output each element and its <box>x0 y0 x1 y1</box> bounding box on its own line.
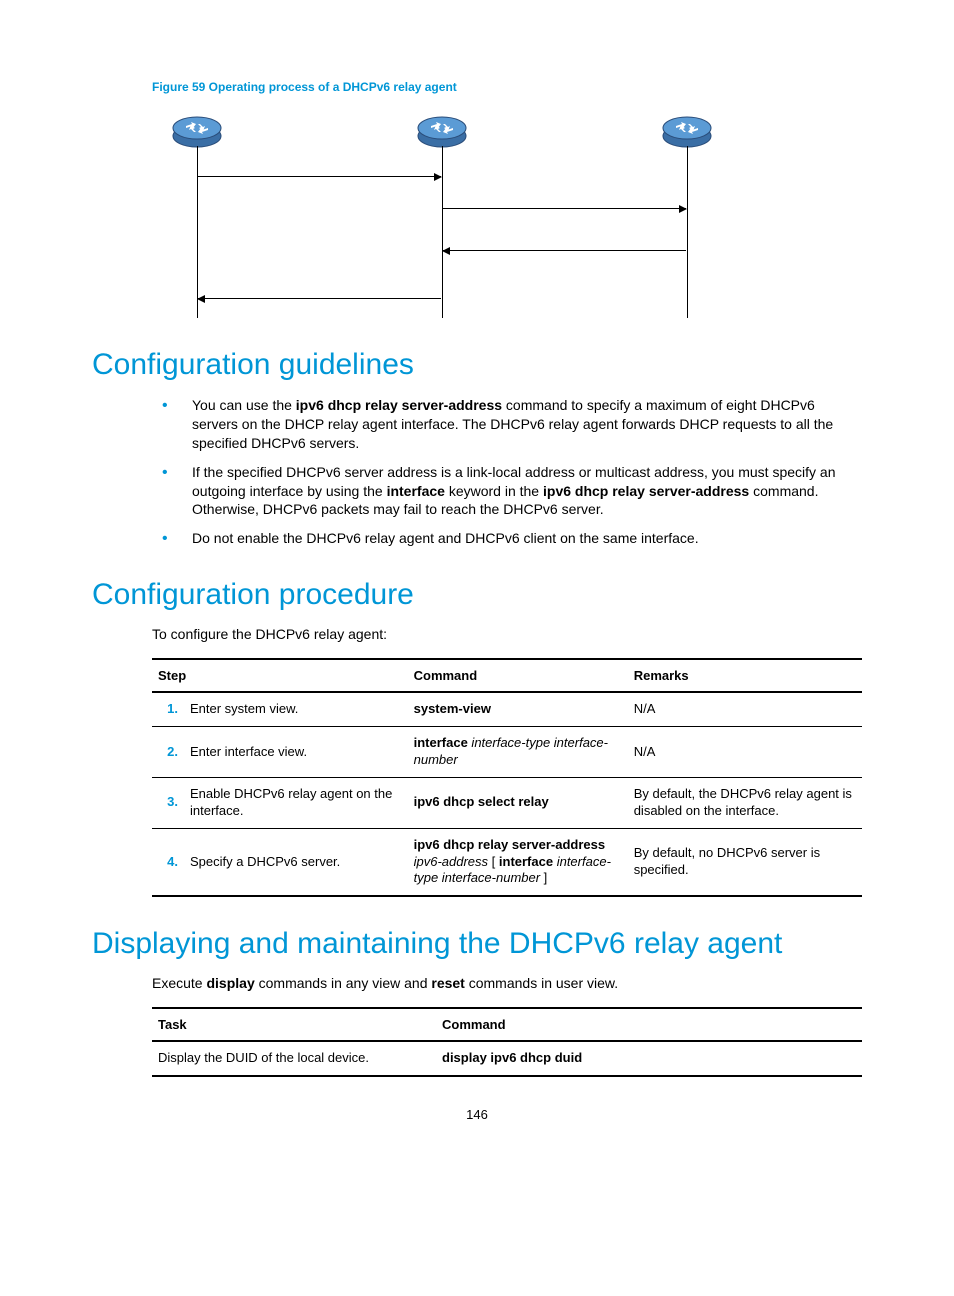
cmd-bold: ipv6 dhcp select relay <box>414 794 549 809</box>
text-bold: ipv6 dhcp relay server-address <box>543 483 749 499</box>
procedure-table: Step Command Remarks 1. Enter system vie… <box>152 658 862 897</box>
step-command: ipv6 dhcp relay server-address ipv6-addr… <box>408 828 628 896</box>
table-row: 4. Specify a DHCPv6 server. ipv6 dhcp re… <box>152 828 862 896</box>
table-row: 3. Enable DHCPv6 relay agent on the inte… <box>152 777 862 828</box>
step-number: 1. <box>152 692 184 726</box>
col-command: Command <box>408 659 628 692</box>
step-remarks: N/A <box>628 692 862 726</box>
guidelines-list: You can use the ipv6 dhcp relay server-a… <box>92 396 862 548</box>
router-icon <box>172 114 222 148</box>
page-number: 146 <box>92 1107 862 1122</box>
task-desc: Display the DUID of the local device. <box>152 1041 436 1076</box>
text: keyword in the <box>445 483 543 499</box>
list-item: You can use the ipv6 dhcp relay server-a… <box>162 396 862 453</box>
figure-caption: Figure 59 Operating process of a DHCPv6 … <box>152 80 862 94</box>
text: You can use the <box>192 397 296 413</box>
task-table: Task Command Display the DUID of the loc… <box>152 1007 862 1077</box>
step-command: system-view <box>408 692 628 726</box>
step-desc: Enter system view. <box>184 692 408 726</box>
router-icon <box>662 114 712 148</box>
text-bold: display <box>206 975 254 991</box>
cmd-bold: ipv6 dhcp relay server-address <box>414 837 606 852</box>
col-step: Step <box>152 659 408 692</box>
router-icon <box>417 114 467 148</box>
step-remarks: N/A <box>628 727 862 778</box>
text-bold: ipv6 dhcp relay server-address <box>296 397 502 413</box>
text-bold: interface <box>387 483 445 499</box>
cmd-text: ] <box>540 870 547 885</box>
table-row: Display the DUID of the local device. di… <box>152 1041 862 1076</box>
step-command: interface interface-type interface-numbe… <box>408 727 628 778</box>
text: commands in any view and <box>255 975 432 991</box>
table-row: 1. Enter system view. system-view N/A <box>152 692 862 726</box>
cmd-bold: interface <box>499 854 553 869</box>
heading-procedure: Configuration procedure <box>92 578 862 612</box>
step-remarks: By default, no DHCPv6 server is specifie… <box>628 828 862 896</box>
step-desc: Enter interface view. <box>184 727 408 778</box>
col-remarks: Remarks <box>628 659 862 692</box>
heading-display: Displaying and maintaining the DHCPv6 re… <box>92 927 862 961</box>
procedure-intro: To configure the DHCPv6 relay agent: <box>152 626 862 642</box>
list-item: If the specified DHCPv6 server address i… <box>162 463 862 520</box>
text: Execute <box>152 975 206 991</box>
table-row: 2. Enter interface view. interface inter… <box>152 727 862 778</box>
cmd-bold: system-view <box>414 701 491 716</box>
relay-diagram <box>172 114 712 318</box>
col-command: Command <box>436 1008 862 1041</box>
cmd-italic: ipv6-address <box>414 854 488 869</box>
heading-guidelines: Configuration guidelines <box>92 348 862 382</box>
step-command: ipv6 dhcp select relay <box>408 777 628 828</box>
list-item: Do not enable the DHCPv6 relay agent and… <box>162 529 862 548</box>
display-intro: Execute display commands in any view and… <box>152 975 862 991</box>
step-number: 4. <box>152 828 184 896</box>
text: commands in user view. <box>465 975 618 991</box>
step-number: 3. <box>152 777 184 828</box>
col-task: Task <box>152 1008 436 1041</box>
task-command: display ipv6 dhcp duid <box>436 1041 862 1076</box>
step-remarks: By default, the DHCPv6 relay agent is di… <box>628 777 862 828</box>
step-desc: Enable DHCPv6 relay agent on the interfa… <box>184 777 408 828</box>
text-bold: reset <box>431 975 464 991</box>
text: Do not enable the DHCPv6 relay agent and… <box>192 530 699 546</box>
step-number: 2. <box>152 727 184 778</box>
step-desc: Specify a DHCPv6 server. <box>184 828 408 896</box>
cmd-text: [ <box>488 854 499 869</box>
cmd-bold: display ipv6 dhcp duid <box>442 1050 582 1065</box>
cmd-bold: interface <box>414 735 468 750</box>
